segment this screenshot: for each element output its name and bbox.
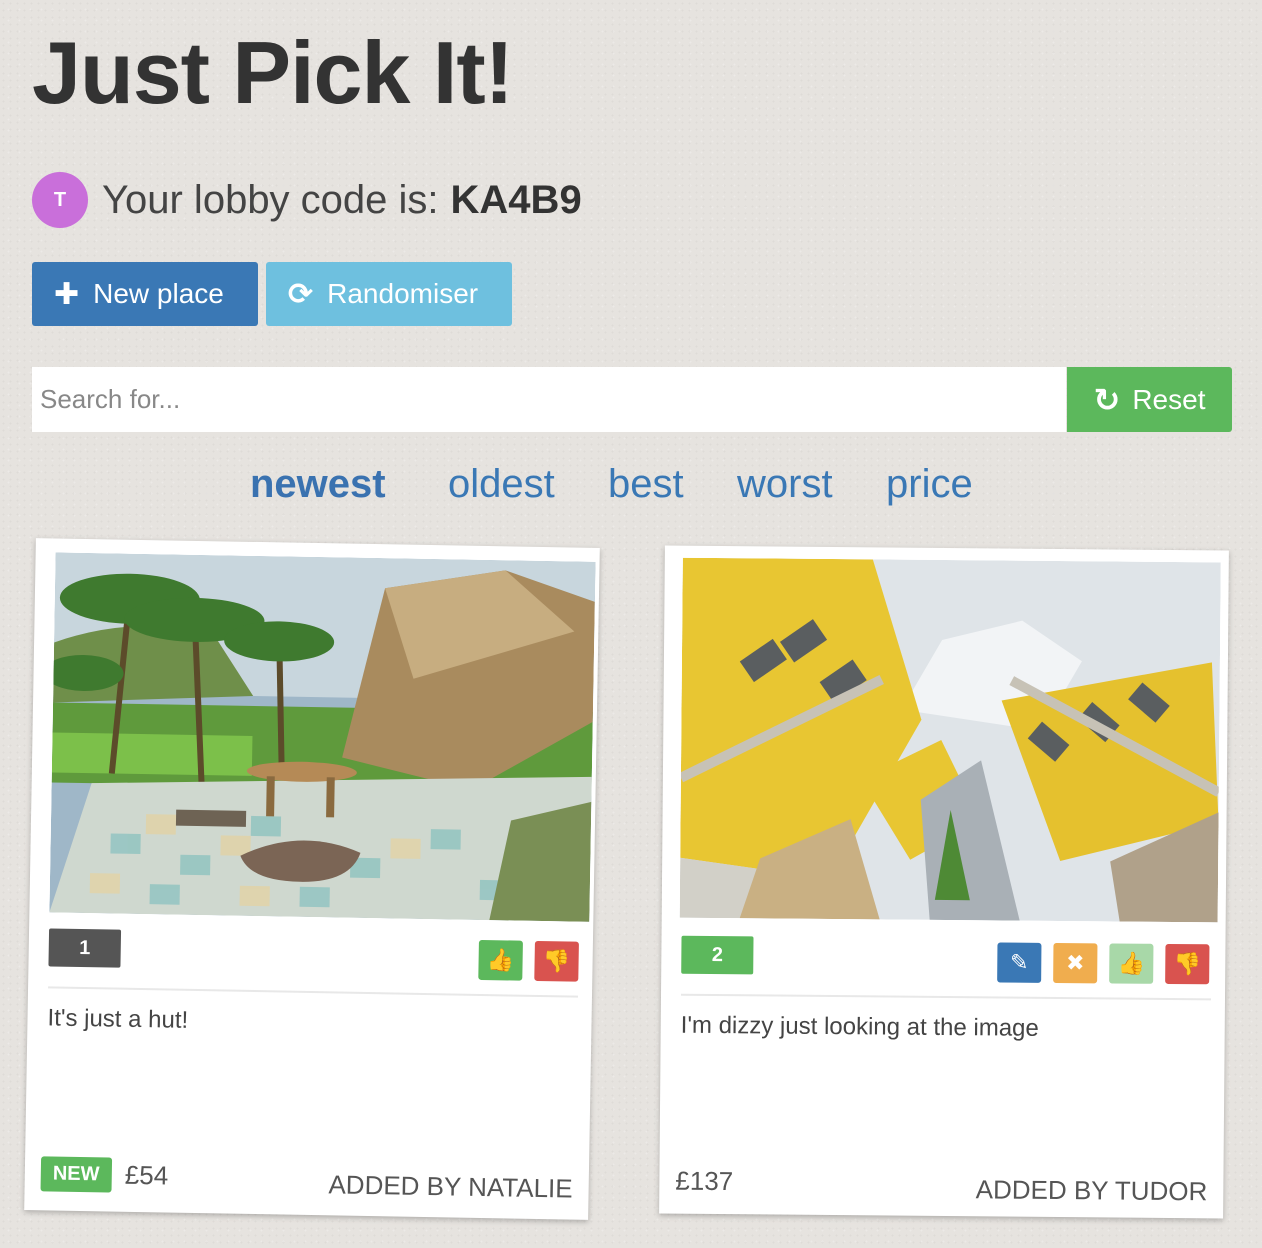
edit-button[interactable]: ✎	[997, 942, 1042, 983]
search-input[interactable]	[32, 367, 1066, 432]
randomiser-label: Randomiser	[327, 278, 479, 309]
place-price: £137	[675, 1165, 734, 1197]
close-icon: ✖	[1065, 950, 1085, 976]
reset-button[interactable]: ↻ Reset	[1067, 367, 1232, 432]
added-by: ADDED BY TUDOR	[975, 1174, 1208, 1207]
lobby-info: T Your lobby code is: KA4B9	[32, 172, 582, 228]
reset-label: Reset	[1132, 383, 1206, 415]
randomiser-button[interactable]: ⟳ Randomiser	[266, 262, 512, 326]
new-badge: NEW	[40, 1156, 112, 1193]
plus-icon: ✚	[54, 277, 80, 311]
added-by: ADDED BY NATALIE	[328, 1169, 573, 1204]
thumbs-up-icon: 👍	[486, 947, 515, 973]
reset-icon: ↻	[1093, 381, 1121, 418]
thumbs-up-button[interactable]: 👍	[478, 939, 523, 981]
sort-best[interactable]: best	[608, 462, 684, 507]
new-place-button[interactable]: ✚ New place	[32, 262, 258, 326]
lobby-code: KA4B9	[450, 177, 582, 222]
sort-oldest[interactable]: oldest	[448, 462, 555, 507]
thumbs-up-icon: 👍	[1117, 950, 1146, 976]
place-card: 1 👍 👎 It's just a hut! NEW £54 ADDED BY …	[24, 538, 600, 1220]
new-place-label: New place	[93, 278, 224, 309]
thumbs-down-button[interactable]: 👎	[534, 940, 579, 982]
rank-badge: 1	[48, 928, 122, 968]
sort-worst[interactable]: worst	[737, 462, 833, 507]
place-description: I'm dizzy just looking at the image	[680, 1011, 1039, 1042]
thumbs-down-button[interactable]: 👎	[1165, 943, 1210, 985]
rank-badge: 2	[681, 935, 754, 975]
place-photo[interactable]	[679, 557, 1221, 923]
delete-button[interactable]: ✖	[1053, 942, 1098, 984]
thumbs-up-button[interactable]: 👍	[1109, 943, 1154, 984]
divider	[680, 993, 1211, 1001]
place-price: £54	[124, 1159, 169, 1191]
place-photo[interactable]	[49, 552, 596, 922]
edit-icon: ✎	[1009, 949, 1029, 975]
lobby-code-label: Your lobby code is:	[102, 177, 439, 222]
place-description: It's just a hut!	[47, 1004, 189, 1034]
sort-price[interactable]: price	[886, 462, 973, 507]
thumbs-down-icon: 👎	[1173, 951, 1202, 977]
sort-newest[interactable]: newest	[250, 462, 386, 507]
thumbs-down-icon: 👎	[542, 948, 571, 974]
place-card: 2 ✎ ✖ 👍 👎 I'm dizzy just looking at the …	[659, 545, 1229, 1219]
app-title: Just Pick It!	[32, 23, 514, 122]
divider	[48, 986, 579, 998]
refresh-icon: ⟳	[288, 277, 314, 311]
avatar[interactable]: T	[32, 172, 88, 228]
